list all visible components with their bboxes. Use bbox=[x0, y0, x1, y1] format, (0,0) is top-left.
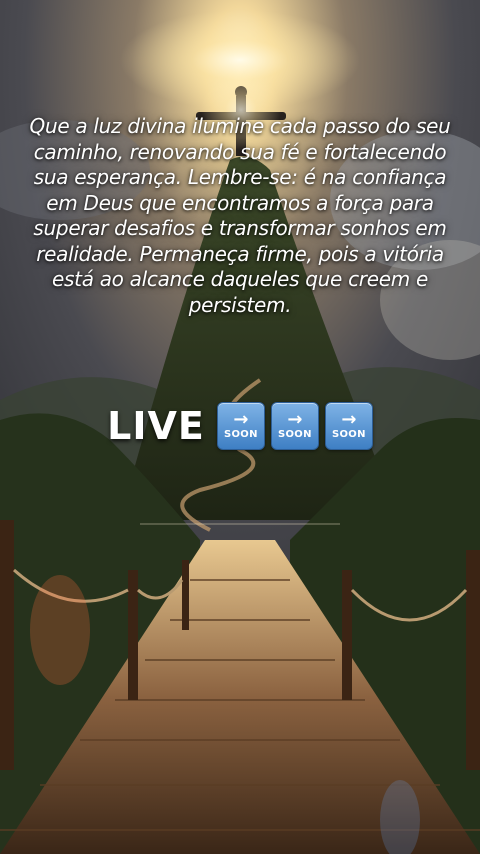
soon-label: SOON bbox=[277, 429, 312, 440]
soon-label: SOON bbox=[331, 429, 366, 440]
story-image: Que a luz divina ilumine cada passo do s… bbox=[0, 0, 480, 854]
quote-text: Que a luz divina ilumine cada passo do s… bbox=[29, 114, 451, 317]
soon-arrow-icon: → SOON bbox=[216, 402, 265, 450]
live-soon-banner: LIVE → SOON → SOON → SOON bbox=[0, 402, 480, 450]
arrow-icon: → bbox=[341, 409, 357, 430]
arrow-icon: → bbox=[233, 409, 249, 430]
live-label: LIVE bbox=[107, 404, 205, 448]
soon-arrow-icon: → SOON bbox=[270, 402, 319, 450]
arrow-icon: → bbox=[287, 409, 303, 430]
soon-arrow-icon: → SOON bbox=[324, 402, 373, 450]
soon-label: SOON bbox=[223, 429, 258, 440]
